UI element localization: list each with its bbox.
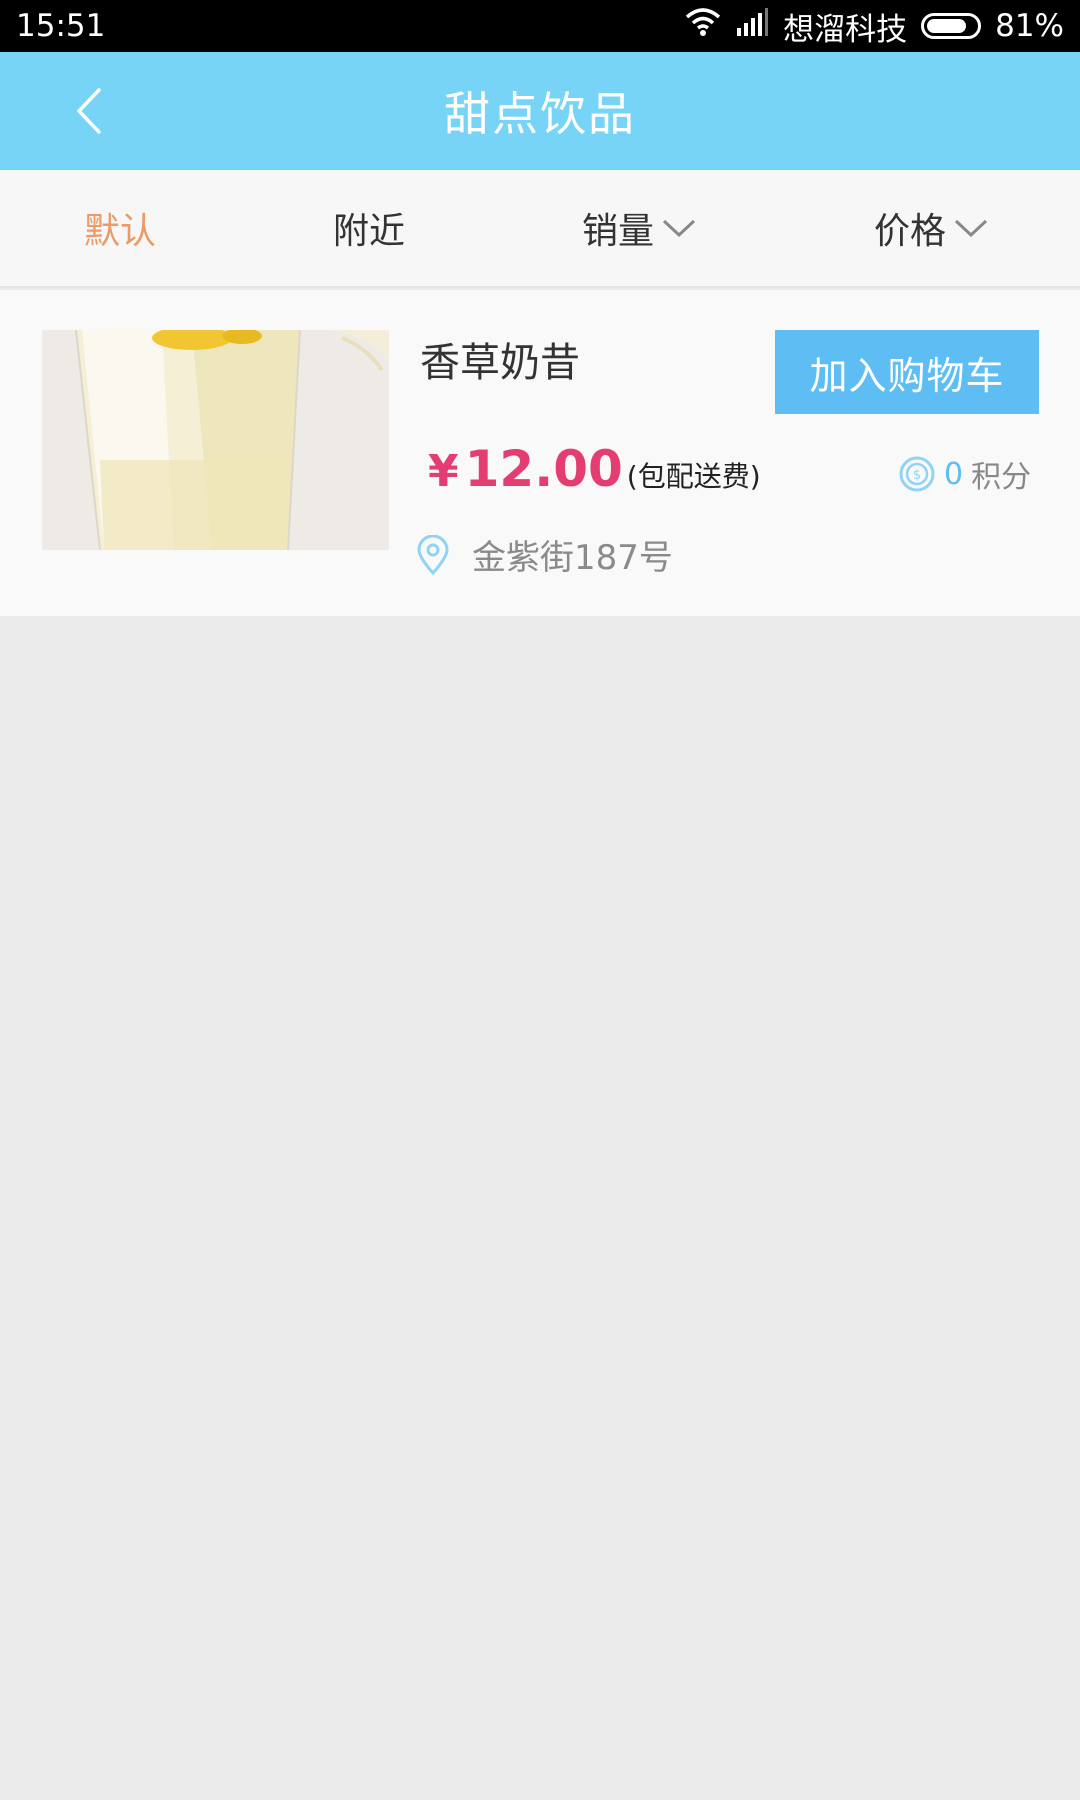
- price-note: (包配送费): [626, 460, 761, 493]
- status-bar: 15:51 想溜科技 81%: [0, 0, 1080, 52]
- signal-icon: [735, 8, 769, 44]
- filter-sales[interactable]: 销量: [582, 170, 696, 286]
- status-time: 15:51: [16, 8, 106, 44]
- svg-text:$: $: [913, 468, 921, 483]
- product-card[interactable]: 香草奶昔 加入购物车 ¥ 12.00 (包配送费) $ 0 积分 金紫街187号: [0, 290, 1080, 616]
- filter-nearby[interactable]: 附近: [333, 170, 405, 286]
- coin-icon: $: [899, 456, 935, 492]
- product-name[interactable]: 香草奶昔: [420, 330, 580, 388]
- app-header: 甜点饮品: [0, 52, 1080, 170]
- add-to-cart-label: 加入购物车: [809, 353, 1005, 398]
- status-right: 想溜科技 81%: [685, 4, 1064, 49]
- points-value: 0: [944, 456, 964, 492]
- chevron-down-icon: [662, 219, 696, 238]
- price-row: ¥ 12.00 (包配送费): [428, 440, 761, 498]
- back-button[interactable]: [58, 76, 118, 146]
- add-to-cart-button[interactable]: 加入购物车: [775, 330, 1039, 414]
- app-root: 15:51 想溜科技 81% 甜点饮品 默认 附近 销量 价格 香草奶昔 加入购…: [0, 0, 1080, 1800]
- chevron-down-icon: [954, 219, 988, 238]
- points: $ 0 积分: [898, 452, 1031, 496]
- page-title: 甜点饮品: [444, 87, 636, 141]
- battery-icon: [921, 13, 982, 39]
- wifi-icon: [685, 7, 721, 45]
- points-label: 积分: [971, 460, 1032, 495]
- battery-level-fill: [927, 19, 966, 33]
- filter-bar: 默认 附近 销量 价格: [0, 170, 1080, 288]
- filter-default-label: 默认: [84, 211, 157, 252]
- location: 金紫街187号: [416, 530, 673, 579]
- location-address: 金紫街187号: [472, 538, 673, 578]
- price-value: 12.00: [464, 440, 623, 498]
- carrier-name: 想溜科技: [783, 11, 908, 48]
- price-currency: ¥: [428, 446, 459, 497]
- location-pin-icon: [417, 534, 449, 575]
- filter-price[interactable]: 价格: [874, 170, 988, 286]
- filter-nearby-label: 附近: [333, 211, 406, 252]
- battery-percent: 81%: [995, 8, 1064, 44]
- filter-price-label: 价格: [874, 211, 947, 252]
- filter-sales-label: 销量: [582, 211, 655, 252]
- chevron-left-icon: [77, 88, 101, 134]
- filter-default[interactable]: 默认: [84, 170, 156, 286]
- product-image[interactable]: [42, 330, 389, 550]
